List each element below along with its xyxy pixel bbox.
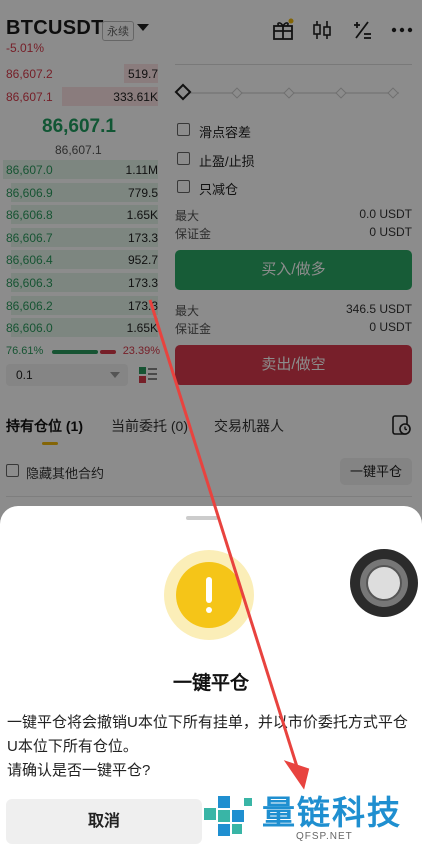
- watermark-subtext: QFSP.NET: [296, 831, 353, 842]
- watermark-logo-icon: [204, 796, 252, 836]
- exclamation-dot: [206, 607, 212, 613]
- cancel-button[interactable]: 取消: [6, 799, 202, 844]
- dialog-message: 一键平仓将会撤销U本位下所有挂单，并以市价委托方式平仓U本位下所有仓位。 请确认…: [7, 711, 415, 783]
- dialog-message-line2: 请确认是否一键平仓?: [7, 762, 151, 779]
- dialog-message-line1: 一键平仓将会撤销U本位下所有挂单，并以市价委托方式平仓U本位下所有仓位。: [7, 714, 408, 755]
- exclamation-bar: [206, 577, 212, 603]
- dialog-title: 一键平仓: [172, 673, 249, 694]
- watermark-text: 量链科技: [262, 794, 402, 831]
- watermark: 量链科技 QFSP.NET: [200, 784, 422, 847]
- sheet-handle[interactable]: [186, 516, 218, 520]
- exclamation-icon: [176, 562, 242, 628]
- assistive-touch-button[interactable]: [350, 549, 418, 617]
- assistive-touch-core: [366, 565, 402, 601]
- warning-icon: [164, 550, 254, 640]
